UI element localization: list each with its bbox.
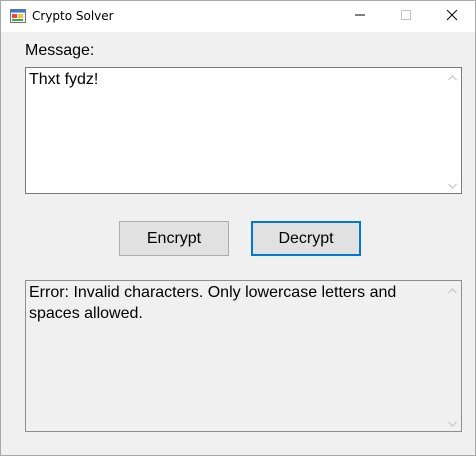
close-button[interactable] — [429, 1, 475, 32]
scroll-up-button[interactable] — [444, 281, 461, 298]
scroll-down-button[interactable] — [444, 176, 461, 193]
maximize-icon — [400, 8, 412, 26]
maximize-button[interactable] — [383, 1, 429, 32]
message-scrollbar[interactable] — [444, 68, 461, 193]
scroll-down-button[interactable] — [444, 414, 461, 431]
close-icon — [446, 8, 458, 26]
minimize-button[interactable] — [337, 1, 383, 32]
message-input[interactable]: Thxt fydz! — [25, 67, 462, 194]
output-scrollbar[interactable] — [444, 281, 461, 431]
encrypt-button[interactable]: Encrypt — [119, 221, 229, 256]
title-bar[interactable]: Crypto Solver — [1, 1, 475, 32]
message-label: Message: — [25, 42, 95, 59]
window-title: Crypto Solver — [32, 9, 114, 23]
output-box[interactable]: Error: Invalid characters. Only lowercas… — [25, 280, 462, 432]
chevron-down-icon — [448, 176, 457, 194]
output-text: Error: Invalid characters. Only lowercas… — [29, 284, 401, 322]
chevron-down-icon — [448, 414, 457, 432]
message-text[interactable]: Thxt fydz! — [29, 69, 441, 90]
app-window: Crypto Solver Message: Thxt fydz! Encryp… — [0, 0, 476, 456]
decrypt-button[interactable]: Decrypt — [251, 221, 361, 256]
scroll-up-button[interactable] — [444, 68, 461, 85]
minimize-icon — [354, 8, 366, 26]
app-icon — [10, 9, 26, 23]
chevron-up-icon — [448, 281, 457, 299]
chevron-up-icon — [448, 68, 457, 86]
